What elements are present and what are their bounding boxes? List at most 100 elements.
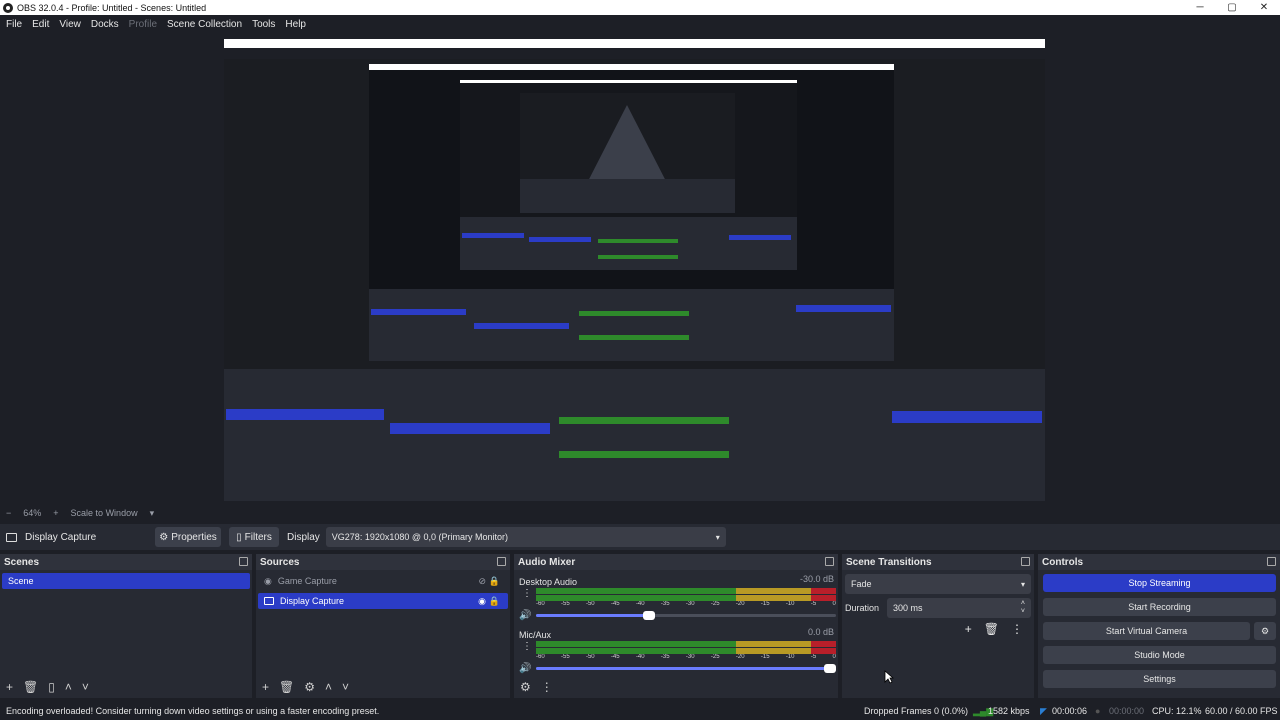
chevron-down-icon: ▾ [715, 532, 720, 542]
eye-icon[interactable]: ◉ [478, 596, 486, 607]
channel-db: -30.0 dB [799, 574, 834, 584]
menu-tools[interactable]: Tools [252, 19, 275, 30]
speaker-icon[interactable]: 🔊 [519, 610, 531, 621]
recursive-capture-image [224, 39, 1045, 501]
preview-area[interactable] [0, 33, 1280, 505]
scale-mode[interactable]: Scale to Window [71, 508, 138, 518]
live-icon: ◤ [1040, 705, 1047, 716]
meter-bars: -60 -55 -50 -45 -40 -35 -30 -25 -20 -15 … [536, 641, 836, 660]
volume-slider[interactable] [536, 664, 836, 673]
undock-icon[interactable] [239, 557, 248, 566]
tick-label: -25 [710, 654, 720, 660]
settings-button[interactable]: Settings [1043, 670, 1276, 688]
trash-icon[interactable]: 🗑 [279, 680, 294, 694]
undock-icon[interactable] [825, 557, 834, 566]
sources-footer: + 🗑 ⚙ ˄ ˅ [256, 676, 510, 698]
channel-menu-icon[interactable]: ⋮ [522, 641, 532, 652]
spinner-icon[interactable]: ˄ ˅ [1021, 600, 1025, 616]
menu-scene-collection[interactable]: Scene Collection [167, 19, 242, 30]
menu-file[interactable]: File [6, 19, 22, 30]
lock-icon[interactable]: 🔒 [489, 576, 500, 587]
menu-help[interactable]: Help [285, 19, 306, 30]
trash-icon[interactable]: 🗑 [23, 680, 38, 694]
display-select-value: VG278: 1920x1080 @ 0,0 (Primary Monitor) [331, 532, 509, 542]
transition-select[interactable]: Fade ▾ [845, 574, 1031, 594]
audio-channel: Desktop Audio -30.0 dB ⋮ -60 -55 -50 -45… [514, 570, 838, 623]
volume-slider[interactable] [536, 611, 836, 620]
add-icon[interactable]: + [965, 622, 972, 636]
fps: 60.00 / 60.00 FPS [1205, 706, 1278, 716]
tick-label: -45 [610, 601, 620, 607]
display-select[interactable]: VG278: 1920x1080 @ 0,0 (Primary Monitor)… [325, 527, 726, 547]
scenes-title: Scenes [4, 556, 40, 568]
gear-icon[interactable]: ⚙ [520, 680, 531, 694]
zoom-in-button[interactable]: + [53, 508, 58, 518]
menu-profile[interactable]: Profile [129, 19, 157, 30]
properties-button[interactable]: ⚙ Properties [155, 527, 221, 547]
channel-menu-icon[interactable]: ⋮ [522, 588, 532, 599]
undock-icon[interactable] [1021, 557, 1030, 566]
source-item-label: Display Capture [280, 596, 345, 606]
gear-icon: ⚙ [1260, 625, 1270, 636]
scene-item[interactable]: Scene [2, 573, 250, 589]
selected-source-name: Display Capture [25, 531, 97, 543]
volume-handle[interactable] [643, 611, 655, 620]
arrow-up-icon[interactable]: ˄ [325, 680, 332, 694]
more-options-icon[interactable]: ⋮ [1011, 622, 1023, 636]
record-time: 00:00:00 [1109, 706, 1145, 716]
more-options-icon[interactable]: ⋮ [541, 680, 553, 694]
filter-icon: ▯ [236, 531, 242, 543]
trash-icon[interactable]: 🗑 [984, 622, 999, 636]
menu-view[interactable]: View [59, 19, 81, 30]
scene-transitions-dock: Scene Transitions Fade ▾ Duration 300 ms… [842, 554, 1034, 698]
undock-icon[interactable] [1267, 557, 1276, 566]
scenes-dock: Scenes Scene + 🗑 ▯ ˄ ˅ [0, 554, 252, 698]
tick-label: 0 [832, 654, 836, 660]
add-icon[interactable]: + [6, 680, 13, 694]
minimize-button[interactable]: ─ [1184, 0, 1216, 15]
gear-icon[interactable]: ⚙ [304, 680, 315, 694]
gamepad-icon: ◉ [264, 575, 272, 586]
audio-mixer-dock: Audio Mixer Desktop Audio -30.0 dB ⋮ -60… [514, 554, 838, 698]
undock-icon[interactable] [497, 557, 506, 566]
maximize-button[interactable]: ▢ [1216, 0, 1248, 15]
add-icon[interactable]: + [262, 680, 269, 694]
source-item[interactable]: Display Capture ◉ 🔒 [258, 593, 508, 609]
volume-handle[interactable] [824, 664, 836, 673]
tick-label: -50 [585, 601, 595, 607]
menu-edit[interactable]: Edit [32, 19, 49, 30]
virtual-camera-settings-button[interactable]: ⚙ [1254, 622, 1276, 640]
speaker-icon[interactable]: 🔊 [519, 663, 531, 674]
tick-label: -15 [760, 654, 770, 660]
cpu-usage: CPU: 12.1% [1152, 706, 1202, 716]
close-button[interactable]: ✕ [1248, 0, 1280, 15]
eye-hidden-icon[interactable]: ⊘ [478, 576, 486, 587]
arrow-up-icon[interactable]: ˄ [65, 680, 72, 694]
start-virtual-camera-button[interactable]: Start Virtual Camera [1043, 622, 1250, 640]
display-label: Display [287, 531, 320, 543]
sources-title: Sources [260, 556, 300, 568]
arrow-down-icon[interactable]: ˅ [342, 680, 349, 694]
source-item[interactable]: ◉ Game Capture ⊘ 🔒 [258, 573, 508, 589]
duration-input[interactable]: 300 ms ˄ ˅ [887, 598, 1031, 618]
arrow-down-icon[interactable]: ˅ [82, 680, 89, 694]
stop-streaming-button[interactable]: Stop Streaming [1043, 574, 1276, 592]
duration-label: Duration [845, 603, 880, 613]
lock-icon[interactable]: 🔒 [489, 596, 500, 607]
studio-mode-button[interactable]: Studio Mode [1043, 646, 1276, 664]
transition-select-value: Fade [851, 579, 872, 589]
start-recording-button[interactable]: Start Recording [1043, 598, 1276, 616]
duration-value: 300 ms [893, 603, 923, 613]
filters-button[interactable]: ▯ Filters [229, 527, 279, 547]
tick-label: -35 [660, 601, 670, 607]
chevron-down-icon[interactable]: ▾ [150, 508, 155, 519]
filter-icon[interactable]: ▯ [48, 680, 55, 694]
tick-label: -20 [735, 601, 745, 607]
preview-canvas[interactable] [224, 39, 1045, 501]
controls-dock: Controls Stop Streaming Start Recording … [1038, 554, 1280, 698]
tick-label: -10 [785, 601, 795, 607]
status-bar: Encoding overloaded! Consider turning do… [0, 702, 1280, 720]
menu-docks[interactable]: Docks [91, 19, 119, 30]
zoom-level: 64% [23, 508, 42, 518]
zoom-out-button[interactable]: − [6, 508, 11, 518]
